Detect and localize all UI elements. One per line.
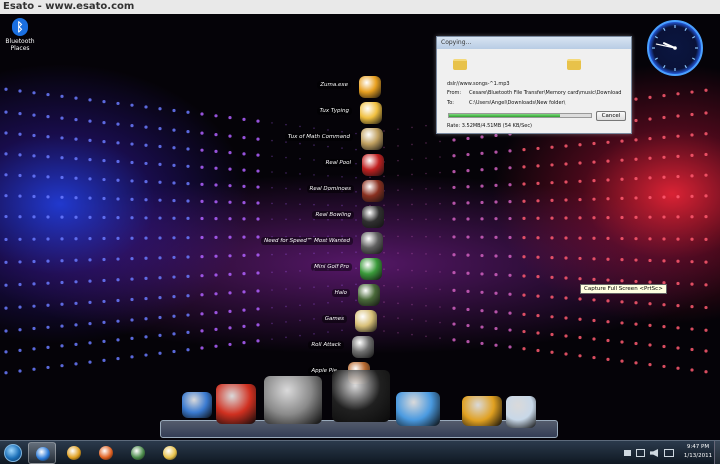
ccleaner-icon[interactable] — [216, 384, 256, 424]
taskbar-button-chrome[interactable] — [60, 442, 88, 464]
bowling-ball-icon — [362, 206, 384, 228]
stack-item-label: Real Bowling — [312, 211, 354, 219]
taskbar-time: 9:47 PM — [686, 444, 710, 450]
zuma-icon — [359, 76, 381, 98]
from-path: Cesare\Bluetooth File Transfer\Memory ca… — [469, 90, 622, 96]
halo-icon — [358, 284, 380, 306]
taskbar-button-explorer-folder[interactable] — [156, 442, 184, 464]
stack-item-label: Need for Speed™ Most Wanted — [261, 237, 353, 245]
domino-icon — [362, 180, 384, 202]
to-label: To: — [447, 100, 454, 106]
control-panel-icon[interactable] — [396, 392, 440, 426]
pool-ball-icon — [362, 154, 384, 176]
transfer-rate: Rate: 3.52MB/4.51MB (54 KB/Sec) — [447, 123, 533, 129]
stack-item-label: Games — [321, 315, 347, 323]
maintenance-tools-icon[interactable] — [462, 396, 502, 426]
clock-gadget[interactable] — [646, 19, 704, 77]
stack-item-label: Real Dominoes — [306, 185, 354, 193]
tux-math-icon — [361, 128, 383, 150]
computer-icon[interactable] — [182, 392, 212, 418]
copy-filename: dslr//www.songs-^1.mp3 — [447, 81, 510, 87]
copy-progress-bar — [448, 113, 592, 118]
stack-item-roll-attack[interactable]: Roll Attack — [174, 336, 374, 358]
stack-item-label: Roll Attack — [308, 341, 344, 349]
taskbar: 9:47 PM 1/13/2011 — [0, 440, 720, 464]
stack-item-nfs[interactable]: Need for Speed™ Most Wanted — [183, 232, 383, 254]
destination-folder-icon — [567, 59, 581, 70]
explorer-folder-icon — [163, 446, 177, 460]
stack-item-zuma[interactable]: Zuma.exe — [181, 76, 381, 98]
system-tools-icon[interactable] — [264, 376, 322, 424]
progress-fill — [449, 114, 560, 117]
stack-item-label: Tux Typing — [316, 107, 352, 115]
stack-item-tux-math[interactable]: Tux of Math Command — [183, 128, 383, 150]
roll-attack-icon — [352, 336, 374, 358]
start-button[interactable] — [4, 444, 22, 462]
copy-progress-dialog[interactable]: Copying... dslr//www.songs-^1.mp3 From: … — [436, 36, 632, 134]
chrome-icon — [67, 446, 81, 460]
stack-item-label: Zuma.exe — [317, 81, 351, 89]
desktop-icon-label: Bluetooth Places — [5, 38, 35, 52]
stack-item-label: Real Pool — [322, 159, 354, 167]
source-folder-icon — [453, 59, 467, 70]
taskbar-button-internet-explorer[interactable] — [28, 442, 56, 464]
stack-item-bowling-ball[interactable]: Real Bowling — [184, 206, 384, 228]
tux-icon — [360, 102, 382, 124]
stack-item-label: Halo — [331, 289, 350, 297]
nfs-icon — [361, 232, 383, 254]
stack-item-halo[interactable]: Halo — [180, 284, 380, 306]
cancel-button[interactable]: Cancel — [596, 111, 626, 121]
taskbar-button-media-player[interactable] — [92, 442, 120, 464]
network-icon[interactable] — [636, 449, 645, 457]
show-desktop-button[interactable] — [714, 441, 720, 464]
desktop[interactable]: ᛒ Bluetooth Places Zuma.exe Tux Typing Tux… — [0, 14, 720, 440]
apps-icon — [131, 446, 145, 460]
internet-explorer-icon — [36, 447, 50, 461]
stack-item-label: Mini Golf Pro — [311, 263, 352, 271]
media-player-icon — [99, 446, 113, 460]
watermark-text: Esato - www.esato.com — [3, 1, 135, 12]
stack-item-golf-ball[interactable]: Mini Golf Pro — [182, 258, 382, 280]
from-label: From: — [447, 90, 462, 96]
golf-ball-icon — [360, 258, 382, 280]
bluetooth-icon: ᛒ — [12, 18, 28, 36]
desktop-icon-bluetooth-places[interactable]: ᛒ Bluetooth Places — [4, 18, 36, 52]
dialog-title: Copying... — [437, 37, 631, 49]
taskbar-date: 1/13/2011 — [683, 453, 713, 459]
system-tray — [620, 444, 680, 462]
folder-icon — [355, 310, 377, 332]
to-path: C:\Users\Angel\Downloads\New folder\ — [469, 100, 566, 106]
tooltip: Capture Full Screen <PrtSc> — [580, 284, 667, 294]
gamepad-icon[interactable] — [332, 370, 390, 422]
action-center-icon[interactable] — [664, 449, 674, 457]
stack-item-pool-ball[interactable]: Real Pool — [184, 154, 384, 176]
stack-item-folder[interactable]: Games — [177, 310, 377, 332]
taskbar-clock[interactable]: 9:47 PM 1/13/2011 — [680, 443, 716, 461]
volume-icon[interactable] — [650, 449, 658, 457]
tray-arrow-icon[interactable] — [624, 450, 631, 456]
stack-item-domino[interactable]: Real Dominoes — [184, 180, 384, 202]
stack-item-tux[interactable]: Tux Typing — [182, 102, 382, 124]
recycle-bin-icon[interactable] — [506, 396, 536, 428]
watermark-bar: Esato - www.esato.com — [0, 0, 720, 14]
stack-item-label: Tux of Math Command — [284, 133, 353, 141]
taskbar-button-apps[interactable] — [124, 442, 152, 464]
